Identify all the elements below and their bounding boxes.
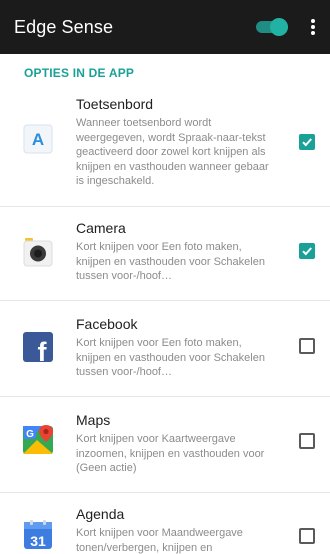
- item-name: Camera: [76, 220, 126, 236]
- calendar-checkbox[interactable]: [299, 528, 315, 544]
- item-description: Kort knijpen voor Maandweergave tonen/ve…: [76, 527, 243, 554]
- edge-sense-toggle[interactable]: [256, 18, 288, 36]
- divider: [0, 206, 330, 207]
- check-icon: [302, 138, 312, 147]
- divider: [0, 396, 330, 397]
- facebook-app-icon: f: [23, 332, 53, 367]
- page-title: Edge Sense: [14, 16, 114, 37]
- keyboard-checkbox[interactable]: [299, 134, 315, 150]
- section-header: OPTIES IN DE APP: [24, 66, 135, 80]
- facebook-icon-letter: f: [38, 337, 48, 362]
- facebook-checkbox[interactable]: [299, 338, 315, 354]
- app-bar: Edge Sense: [0, 0, 330, 54]
- item-name: Agenda: [76, 506, 125, 522]
- keyboard-app-icon: A: [23, 124, 53, 154]
- toggle-knob: [270, 18, 288, 36]
- item-description: Kort knijpen voor Kaartweergave inzoomen…: [76, 433, 265, 474]
- check-icon: [302, 247, 312, 256]
- divider: [0, 492, 330, 493]
- item-name: Toetsenbord: [76, 96, 154, 112]
- keyboard-icon-letter: A: [32, 130, 44, 149]
- maps-checkbox[interactable]: [299, 433, 315, 449]
- calendar-icon-number: 31: [30, 533, 46, 549]
- item-description: Kort knijpen voor Een foto maken, knijpe…: [76, 241, 265, 282]
- item-name: Facebook: [76, 316, 138, 332]
- item-description: Wanneer toetsenbord wordt weergegeven, w…: [76, 117, 269, 187]
- maps-icon-letter: G: [26, 429, 34, 440]
- maps-app-icon: G: [23, 424, 53, 454]
- camera-checkbox[interactable]: [299, 243, 315, 259]
- divider: [0, 300, 330, 301]
- camera-app-icon: [23, 238, 53, 268]
- overflow-menu-icon[interactable]: [308, 17, 318, 37]
- item-name: Maps: [76, 412, 111, 428]
- item-description: Kort knijpen voor Een foto maken, knijpe…: [76, 337, 265, 378]
- calendar-app-icon: 31: [23, 520, 53, 550]
